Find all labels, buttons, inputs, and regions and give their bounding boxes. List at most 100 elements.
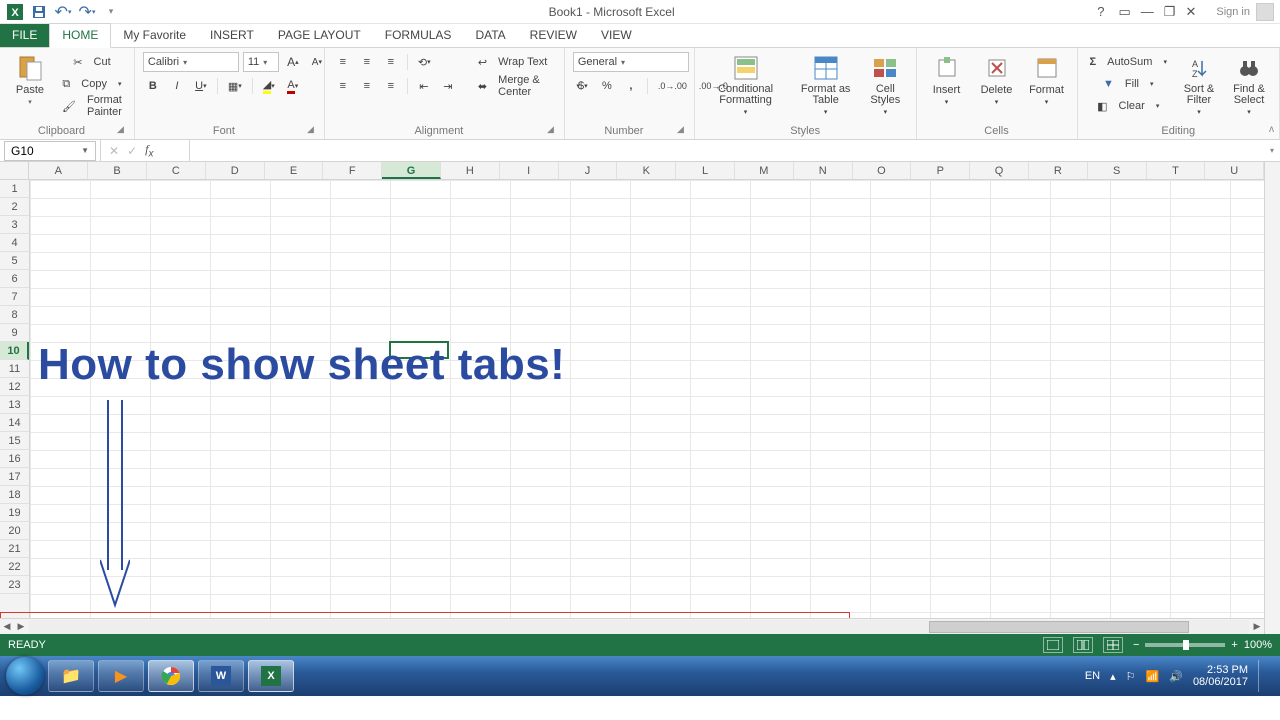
number-launcher-icon[interactable]: ◢: [675, 124, 686, 137]
formula-input[interactable]: [190, 141, 1264, 161]
cells-grid[interactable]: How to show sheet tabs!: [30, 180, 1264, 618]
taskbar-excel[interactable]: X: [248, 660, 294, 692]
col-header-L[interactable]: L: [676, 162, 735, 179]
alignment-launcher-icon[interactable]: ◢: [545, 124, 556, 137]
find-select-button[interactable]: Find & Select▾: [1227, 52, 1271, 118]
taskbar-media-player[interactable]: ▶: [98, 660, 144, 692]
copy-button[interactable]: ⧉ Copy ▾: [58, 74, 126, 94]
col-header-T[interactable]: T: [1147, 162, 1206, 179]
col-header-E[interactable]: E: [265, 162, 324, 179]
start-button[interactable]: [6, 657, 44, 695]
enter-formula-icon[interactable]: ✓: [127, 144, 137, 158]
account-avatar-icon[interactable]: [1256, 3, 1274, 21]
underline-button[interactable]: U▾: [191, 76, 211, 96]
delete-cells-button[interactable]: Delete▾: [975, 52, 1019, 108]
cancel-formula-icon[interactable]: ✕: [109, 144, 119, 158]
clear-button[interactable]: ◧ Clear ▾: [1086, 96, 1172, 116]
col-header-J[interactable]: J: [559, 162, 618, 179]
clock[interactable]: 2:53 PM 08/06/2017: [1193, 664, 1248, 688]
row-header-18[interactable]: 18: [0, 486, 29, 504]
language-indicator[interactable]: EN: [1085, 670, 1100, 682]
zoom-out-button[interactable]: −: [1133, 639, 1139, 651]
grow-font-button[interactable]: A▴: [283, 52, 303, 72]
tab-data[interactable]: DATA: [463, 24, 517, 47]
redo-icon[interactable]: ↷▾: [78, 3, 96, 21]
row-header-22[interactable]: 22: [0, 558, 29, 576]
row-header-20[interactable]: 20: [0, 522, 29, 540]
font-color-button[interactable]: A▾: [283, 76, 303, 96]
ribbon-options-icon[interactable]: ▭: [1119, 4, 1131, 20]
sheet-nav-first-icon[interactable]: ◀: [0, 621, 14, 632]
format-painter-button[interactable]: 🖌 Format Painter: [58, 96, 126, 116]
tab-favorite[interactable]: My Favorite: [111, 24, 198, 47]
col-header-K[interactable]: K: [617, 162, 676, 179]
minimize-icon[interactable]: —: [1141, 4, 1154, 20]
sheet-nav-last-icon[interactable]: ▶: [14, 621, 28, 632]
row-header-1[interactable]: 1: [0, 180, 29, 198]
bold-button[interactable]: B: [143, 76, 163, 96]
collapse-ribbon-icon[interactable]: ʌ: [1269, 124, 1274, 135]
number-format-combo[interactable]: General▾: [573, 52, 689, 72]
col-header-R[interactable]: R: [1029, 162, 1088, 179]
paste-button[interactable]: Paste ▾: [8, 52, 52, 108]
font-size-combo[interactable]: 11▾: [243, 52, 279, 72]
autosum-button[interactable]: Σ AutoSum ▾: [1086, 52, 1172, 72]
col-header-F[interactable]: F: [323, 162, 382, 179]
row-header-23[interactable]: 23: [0, 576, 29, 594]
cut-button[interactable]: ✂ Cut: [58, 52, 126, 72]
increase-indent-button[interactable]: ⇥: [438, 76, 458, 96]
col-header-U[interactable]: U: [1205, 162, 1264, 179]
taskbar-explorer[interactable]: 📁: [48, 660, 94, 692]
row-header-15[interactable]: 15: [0, 432, 29, 450]
undo-icon[interactable]: ↶▾: [54, 3, 72, 21]
col-header-A[interactable]: A: [29, 162, 88, 179]
shrink-font-button[interactable]: A▾: [307, 52, 327, 72]
zoom-slider[interactable]: [1145, 643, 1225, 647]
help-icon[interactable]: ?: [1097, 4, 1104, 19]
volume-icon[interactable]: 🔊: [1169, 670, 1183, 683]
tab-insert[interactable]: INSERT: [198, 24, 266, 47]
tab-view[interactable]: VIEW: [589, 24, 644, 47]
col-header-Q[interactable]: Q: [970, 162, 1029, 179]
row-header-8[interactable]: 8: [0, 306, 29, 324]
row-header-13[interactable]: 13: [0, 396, 29, 414]
comma-button[interactable]: ,: [621, 76, 641, 96]
col-header-C[interactable]: C: [147, 162, 206, 179]
fill-button[interactable]: ▼ Fill ▾: [1086, 74, 1172, 94]
row-header-7[interactable]: 7: [0, 288, 29, 306]
cell-styles-button[interactable]: Cell Styles▾: [863, 52, 907, 118]
taskbar-chrome[interactable]: [148, 660, 194, 692]
row-header-14[interactable]: 14: [0, 414, 29, 432]
italic-button[interactable]: I: [167, 76, 187, 96]
insert-cells-button[interactable]: Insert▾: [925, 52, 969, 108]
tab-page-layout[interactable]: PAGE LAYOUT: [266, 24, 373, 47]
border-button[interactable]: ▦▾: [224, 76, 246, 96]
percent-button[interactable]: %: [597, 76, 617, 96]
show-desktop-button[interactable]: [1258, 660, 1266, 692]
tab-file[interactable]: FILE: [0, 24, 49, 47]
format-cells-button[interactable]: Format▾: [1025, 52, 1069, 108]
row-header-4[interactable]: 4: [0, 234, 29, 252]
zoom-in-button[interactable]: +: [1231, 639, 1237, 651]
align-left-button[interactable]: ≡: [333, 76, 353, 96]
normal-view-button[interactable]: [1043, 637, 1063, 653]
page-break-view-button[interactable]: [1103, 637, 1123, 653]
col-header-N[interactable]: N: [794, 162, 853, 179]
horizontal-scrollbar[interactable]: [29, 620, 1249, 634]
tray-chevron-up-icon[interactable]: ▴: [1110, 670, 1116, 683]
network-icon[interactable]: 📶: [1146, 670, 1160, 683]
col-header-G[interactable]: G: [382, 162, 441, 179]
col-header-H[interactable]: H: [441, 162, 500, 179]
taskbar-word[interactable]: W: [198, 660, 244, 692]
row-header-6[interactable]: 6: [0, 270, 29, 288]
orientation-button[interactable]: ⟲▾: [414, 52, 435, 72]
expand-formula-bar-icon[interactable]: ▾: [1264, 146, 1280, 155]
align-right-button[interactable]: ≡: [381, 76, 401, 96]
row-headers[interactable]: 1234567891011121314151617181920212223: [0, 180, 30, 618]
zoom-level[interactable]: 100%: [1244, 639, 1272, 651]
row-header-11[interactable]: 11: [0, 360, 29, 378]
sign-in-link[interactable]: Sign in: [1216, 6, 1250, 18]
align-middle-button[interactable]: ≡: [357, 52, 377, 72]
increase-decimal-button[interactable]: .0→.00: [654, 76, 691, 96]
row-header-9[interactable]: 9: [0, 324, 29, 342]
